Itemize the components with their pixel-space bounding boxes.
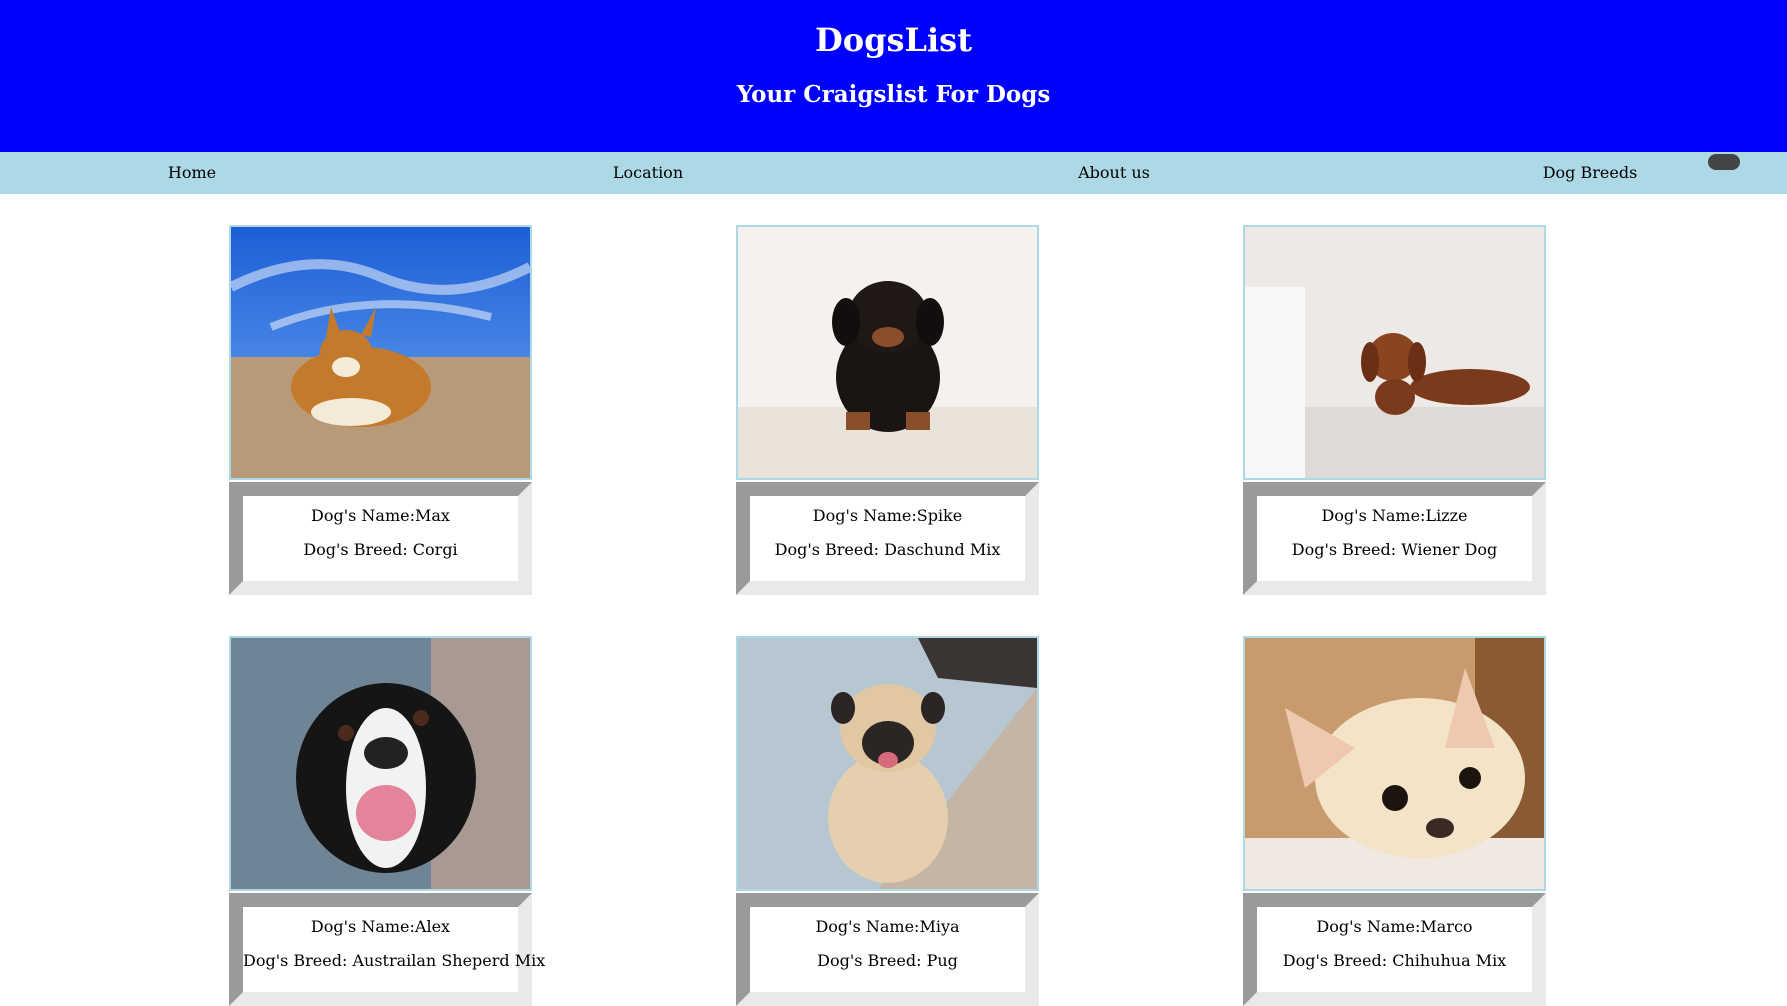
dog-caption: Dog's Name:Spike Dog's Breed: Daschund M… <box>736 482 1039 595</box>
dog-caption: Dog's Name:Max Dog's Breed: Corgi <box>229 482 532 595</box>
dog-breed: Dog's Breed: Corgi <box>303 540 458 559</box>
dog-photo-wiener <box>1243 225 1546 480</box>
dog-photo-australian-shepherd <box>229 636 532 891</box>
dog-photo-pug <box>736 636 1039 891</box>
dog-name: Dog's Name:Max <box>311 506 450 525</box>
dog-breed: Dog's Breed: Austrailan Sheperd Mix <box>243 951 546 970</box>
dog-name: Dog's Name:Marco <box>1316 917 1473 936</box>
site-subtitle: Your Craigslist For Dogs <box>736 81 1051 108</box>
dog-caption: Dog's Name:Marco Dog's Breed: Chihuhua M… <box>1243 893 1546 1006</box>
dog-photo-chihuahua <box>1243 636 1546 891</box>
dog-breed: Dog's Breed: Daschund Mix <box>774 540 1001 559</box>
nav-item-dog-breeds[interactable]: Dog Breeds <box>1543 152 1638 194</box>
dog-name: Dog's Name:Alex <box>310 917 451 936</box>
dog-breed: Dog's Breed: Wiener Dog <box>1291 540 1498 559</box>
nav-item-location[interactable]: Location <box>613 152 683 194</box>
dog-caption: Dog's Name:Lizze Dog's Breed: Wiener Dog <box>1243 482 1546 595</box>
dog-caption: Dog's Name:Alex Dog's Breed: Austrailan … <box>229 893 546 1006</box>
dog-photo-corgi <box>229 225 532 480</box>
nav-item-home[interactable]: Home <box>168 152 216 194</box>
site-header: DogsList Your Craigslist For Dogs <box>0 0 1787 152</box>
dog-caption: Dog's Name:Miya Dog's Breed: Pug <box>736 893 1039 1006</box>
site-title: DogsList <box>815 21 972 59</box>
dog-name: Dog's Name:Miya <box>815 917 960 936</box>
nav-bar: Home Location About us Dog Breeds <box>0 152 1787 194</box>
dog-name: Dog's Name:Lizze <box>1321 506 1468 525</box>
dog-breed: Dog's Breed: Pug <box>817 951 958 970</box>
dog-photo-daschund <box>736 225 1039 480</box>
theme-toggle[interactable] <box>1708 154 1740 170</box>
dog-name: Dog's Name:Spike <box>812 506 963 525</box>
nav-item-about-us[interactable]: About us <box>1078 152 1150 194</box>
dog-breed: Dog's Breed: Chihuhua Mix <box>1282 951 1507 970</box>
